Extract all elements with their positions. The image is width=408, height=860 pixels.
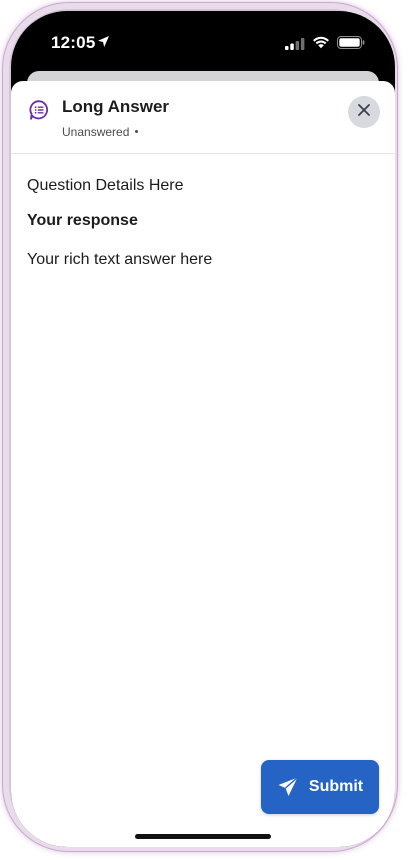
submit-label: Submit (308, 778, 364, 795)
question-type-title: Long Answer (62, 97, 170, 116)
submit-button[interactable]: Submit (261, 760, 379, 814)
long-answer-sheet: Long Answer Unanswered Question Details … (11, 81, 395, 847)
response-label: Your response (27, 212, 138, 229)
battery-icon (337, 36, 365, 54)
answer-status: Unanswered (62, 125, 139, 139)
question-details: Question Details Here (27, 177, 184, 194)
home-indicator[interactable] (135, 834, 271, 839)
status-bar: 12:05 (11, 11, 395, 73)
status-separator-dot (135, 130, 139, 134)
close-button[interactable] (348, 96, 380, 128)
cellular-signal-icon (285, 37, 305, 55)
answer-status-label: Unanswered (62, 125, 130, 139)
rich-text-answer-field[interactable]: Your rich text answer here (27, 251, 377, 269)
chat-list-icon (28, 99, 50, 121)
sheet-header: Long Answer Unanswered (11, 81, 395, 154)
wifi-icon (312, 35, 330, 54)
close-icon (357, 103, 371, 122)
location-arrow-icon (97, 35, 110, 53)
status-time: 12:05 (51, 33, 96, 52)
send-icon (277, 776, 299, 798)
device-screen: 12:05 Long Answer Unanswered Question De… (11, 11, 395, 847)
